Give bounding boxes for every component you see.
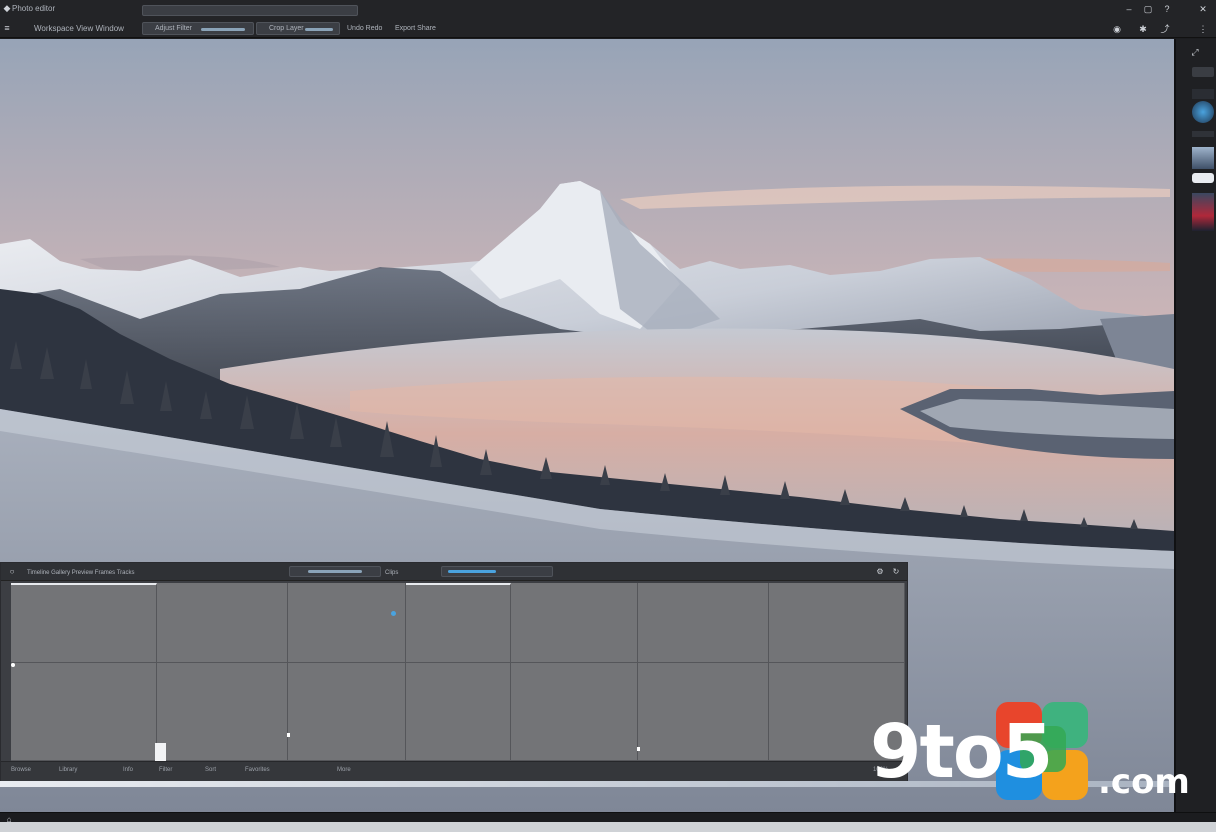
- clips-grid: [11, 583, 905, 763]
- menu-icon[interactable]: ≡: [2, 23, 12, 33]
- photo-editor-window: ◆ Photo editor ≡ Workspace View Window A…: [0, 0, 1216, 832]
- record-icon[interactable]: ○: [7, 567, 17, 577]
- title-search-field[interactable]: [142, 5, 358, 16]
- adjust-tool-field[interactable]: Adjust Filter: [142, 22, 254, 35]
- footer-item[interactable]: More: [337, 767, 351, 773]
- crop-tool-label: Crop Layer: [269, 25, 304, 32]
- divider: [1192, 131, 1214, 137]
- grid-marker: [11, 663, 15, 667]
- footer-item[interactable]: Info: [123, 767, 133, 773]
- more-icon[interactable]: ⋮: [1198, 24, 1208, 34]
- thumbnail-3[interactable]: [1192, 193, 1214, 231]
- grid-cell[interactable]: [406, 583, 511, 663]
- footer-item[interactable]: Browse: [11, 767, 31, 773]
- thumbnail-2[interactable]: [1192, 173, 1214, 183]
- grid-cell[interactable]: [157, 663, 288, 761]
- color-swatch-icon[interactable]: [1192, 101, 1214, 123]
- clips-panel-footer: Browse Library Info Filter Sort Favorite…: [1, 761, 907, 781]
- brand-suffix: .com: [1098, 762, 1190, 802]
- clips-search-indicator: [448, 570, 496, 573]
- clip-scrubber-track[interactable]: [308, 570, 362, 573]
- panel-tabs-text[interactable]: Timeline Gallery Preview Frames Tracks: [27, 568, 134, 578]
- zoom-icon[interactable]: ◉: [1112, 24, 1122, 34]
- clips-panel: ○ Timeline Gallery Preview Frames Tracks…: [0, 562, 908, 782]
- grid-cell[interactable]: [406, 663, 511, 761]
- settings-icon[interactable]: ⚙: [875, 567, 885, 577]
- taskbar: [0, 822, 1216, 832]
- expand-icon[interactable]: ⤢: [1190, 47, 1200, 57]
- selection-dot[interactable]: [391, 611, 396, 616]
- footer-item[interactable]: Favorites: [245, 767, 270, 773]
- grid-marker: [287, 733, 290, 737]
- clip-scrubber[interactable]: [289, 566, 381, 577]
- grid-cell[interactable]: [769, 583, 905, 663]
- top-toolbar: ◆ Photo editor ≡ Workspace View Window A…: [0, 0, 1216, 38]
- clips-search[interactable]: [441, 566, 553, 577]
- app-icon[interactable]: ◆: [2, 3, 12, 13]
- menu-bar-text[interactable]: Workspace View Window: [34, 24, 124, 34]
- grid-marker: [637, 747, 640, 751]
- grid-cell[interactable]: [157, 583, 288, 663]
- minimize-icon[interactable]: –: [1124, 4, 1134, 14]
- app-title: Photo editor: [12, 4, 56, 13]
- panel-toggle[interactable]: [1192, 67, 1214, 77]
- export-share-label[interactable]: Export Share: [395, 24, 436, 34]
- footer-item[interactable]: Library: [59, 767, 77, 773]
- grid-cell[interactable]: [288, 663, 406, 761]
- brand-watermark: 9to5 .com: [866, 700, 1196, 808]
- close-icon[interactable]: ✕: [1198, 4, 1208, 14]
- grid-cell[interactable]: [638, 663, 769, 761]
- footer-item[interactable]: Sort: [205, 767, 216, 773]
- adjust-slider[interactable]: [201, 28, 245, 31]
- gear-icon[interactable]: ✱: [1138, 24, 1148, 34]
- footer-item[interactable]: Filter: [159, 767, 172, 773]
- brand-text: 9to5: [870, 709, 1053, 795]
- grid-cell[interactable]: [11, 583, 157, 663]
- grid-cell[interactable]: [511, 663, 638, 761]
- panel-tab[interactable]: [1192, 89, 1214, 99]
- help-icon[interactable]: ?: [1162, 4, 1172, 14]
- right-panel: ⤢: [1174, 39, 1216, 812]
- grid-cell[interactable]: [511, 583, 638, 663]
- clips-label: Clips: [385, 570, 399, 576]
- playhead-marker[interactable]: [155, 743, 166, 761]
- thumbnail-1[interactable]: [1192, 147, 1214, 169]
- grid-cell[interactable]: [288, 583, 406, 663]
- grid-cell[interactable]: [638, 583, 769, 663]
- maximize-icon[interactable]: ▢: [1143, 4, 1153, 14]
- clips-panel-header: ○ Timeline Gallery Preview Frames Tracks…: [1, 563, 907, 581]
- undo-redo-label[interactable]: Undo Redo: [347, 24, 382, 34]
- grid-cell[interactable]: [11, 663, 157, 761]
- crop-tool-field[interactable]: Crop Layer: [256, 22, 340, 35]
- adjust-tool-label: Adjust Filter: [155, 25, 192, 32]
- refresh-icon[interactable]: ↻: [891, 567, 901, 577]
- crop-slider[interactable]: [305, 28, 333, 31]
- share-icon[interactable]: ⤴: [1160, 24, 1170, 34]
